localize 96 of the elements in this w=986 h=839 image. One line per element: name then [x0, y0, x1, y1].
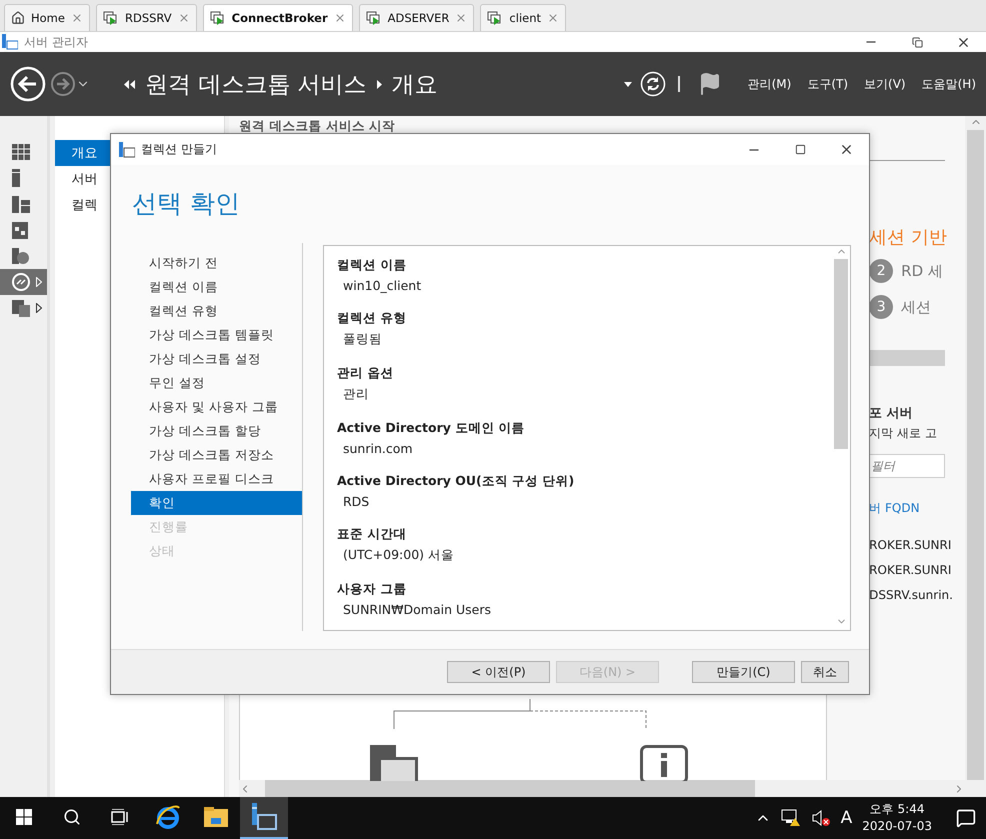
summary-label: 관리 옵션: [337, 365, 394, 382]
step-number: 3: [869, 295, 894, 319]
step-number: 2: [869, 259, 894, 283]
restore-icon[interactable]: [912, 36, 922, 48]
dialog-button[interactable]: 만들기(C): [692, 661, 795, 683]
wizard-step[interactable]: 가상 데스크톱 할당: [131, 419, 302, 443]
search-icon: [63, 808, 81, 826]
server-icon: [370, 745, 418, 781]
notification-icon[interactable]: [956, 808, 976, 828]
dialog-button[interactable]: 취소: [801, 661, 849, 683]
wizard-step[interactable]: 가상 데스크톱 저장소: [131, 443, 302, 467]
filter-field[interactable]: 필터: [869, 454, 946, 478]
vm-icon: [210, 10, 226, 26]
expand-arrow-icon: [36, 277, 42, 287]
menu-item[interactable]: 도구(T): [807, 76, 848, 92]
summary-value: RDS: [343, 494, 370, 509]
section-heading: 원격 데스크톱 서비스 시작: [238, 117, 396, 135]
browser-tab[interactable]: Home: [4, 4, 90, 31]
browser-icon: [155, 804, 181, 830]
dialog-button[interactable]: < 이전(P): [447, 661, 550, 683]
file-storage-icon: [12, 300, 30, 316]
summary-value: sunrin.com: [343, 441, 414, 456]
summary-value: SUNRIN₩Domain Users: [343, 602, 492, 617]
back-chevrons-icon: [124, 80, 135, 88]
summary-label: 사용자 그룹: [337, 581, 408, 598]
clock[interactable]: 오후 5:44 2020-07-03: [862, 801, 932, 835]
separator-icon: [678, 76, 680, 92]
page-heading: 선택 확인: [132, 188, 241, 220]
wizard-step[interactable]: 사용자 및 사용자 그룹: [131, 395, 302, 419]
wizard-step[interactable]: 시작하기 전: [131, 251, 302, 275]
summary-label: Active Directory 도메인 이름: [337, 420, 526, 437]
summary-value: win10_client: [343, 278, 422, 293]
summary-label: Active Directory OU(조직 구성 단위): [337, 473, 576, 490]
summary-value: 풀링됨: [343, 331, 383, 348]
dropdown-icon[interactable]: [624, 82, 632, 86]
remote-desktop-icon: [12, 273, 30, 291]
server-icon: [12, 169, 20, 187]
task-view-icon: [111, 809, 129, 825]
expand-arrow-icon: [36, 303, 42, 313]
volume-muted-icon[interactable]: [810, 809, 831, 827]
refresh-button[interactable]: [640, 71, 666, 97]
breadcrumb-item[interactable]: 원격 데스크톱 서비스: [145, 68, 367, 100]
server-manager-icon: [251, 803, 277, 831]
step-label[interactable]: 세션: [901, 298, 932, 316]
server-manager-icon: [2, 34, 18, 50]
table-cell: ROKER.SUNRI: [869, 562, 952, 578]
collection-icon: [119, 142, 135, 158]
taskbar-button[interactable]: [240, 797, 288, 839]
summary-label: 컬렉션 유형: [337, 310, 408, 327]
summary-label: 컬렉션 이름: [337, 257, 408, 274]
servers-icon: [12, 196, 30, 212]
horizontal-scrollbar[interactable]: [239, 780, 966, 797]
browser-tab[interactable]: RDSSRV: [96, 4, 197, 31]
wizard-step[interactable]: 컬렉션 이름: [131, 275, 302, 299]
step-label[interactable]: RD 세: [901, 262, 943, 280]
vm-icon: [366, 10, 382, 26]
table-cell: ROKER.SUNRI: [869, 537, 952, 553]
wizard-step[interactable]: 가상 데스크톱 템플릿: [131, 323, 302, 347]
wizard-step[interactable]: 가상 데스크톱 설정: [131, 347, 302, 371]
menu-item[interactable]: 도움말(H): [922, 76, 976, 92]
section-title: 포 서버: [869, 405, 914, 422]
dashboard-icon: [12, 144, 30, 160]
column-header[interactable]: 버 FQDN: [869, 500, 946, 517]
sidebar-item[interactable]: [0, 269, 47, 295]
vm-icon: [487, 10, 504, 26]
input-method-indicator[interactable]: A: [840, 808, 852, 828]
home-icon: [11, 11, 25, 25]
dialog-title: 컬렉션 만들기: [141, 141, 218, 158]
window-title: 서버 관리자: [24, 34, 89, 50]
folder-icon: [204, 807, 228, 827]
wizard-step[interactable]: 확인: [131, 491, 302, 515]
summary-label: 표준 시간대: [337, 526, 408, 543]
deployment-title: 세션 기반: [869, 226, 946, 249]
wizard-step[interactable]: 사용자 프로필 디스크: [131, 467, 302, 491]
browser-tab[interactable]: ConnectBroker: [202, 4, 353, 31]
start-icon[interactable]: [16, 809, 32, 825]
browser-tab[interactable]: client: [480, 4, 566, 31]
table-cell: DSSRV.sunrin.: [869, 587, 953, 603]
browser-tab[interactable]: ADSERVER: [358, 4, 474, 31]
building-icon: [12, 222, 28, 238]
menu-item[interactable]: 보기(V): [864, 76, 906, 92]
menu-item[interactable]: 관리(M): [748, 76, 792, 92]
wizard-step[interactable]: 무인 설정: [131, 371, 302, 395]
refresh-status: 지막 새로 고: [869, 425, 938, 442]
back-button[interactable]: [10, 66, 46, 102]
server-globe-icon: [12, 248, 29, 264]
breadcrumb-separator-icon: [376, 80, 382, 88]
summary-value: 관리: [343, 386, 370, 403]
maximize-icon[interactable]: [794, 144, 806, 155]
wizard-step[interactable]: 컬렉션 유형: [131, 299, 302, 323]
forward-button[interactable]: [50, 71, 76, 97]
vm-icon: [102, 10, 119, 26]
network-warning-icon[interactable]: [780, 809, 801, 827]
summary-value: (UTC+09:00) 서울: [343, 547, 456, 564]
info-icon: [640, 745, 688, 781]
breadcrumb-item: 개요: [392, 70, 438, 100]
